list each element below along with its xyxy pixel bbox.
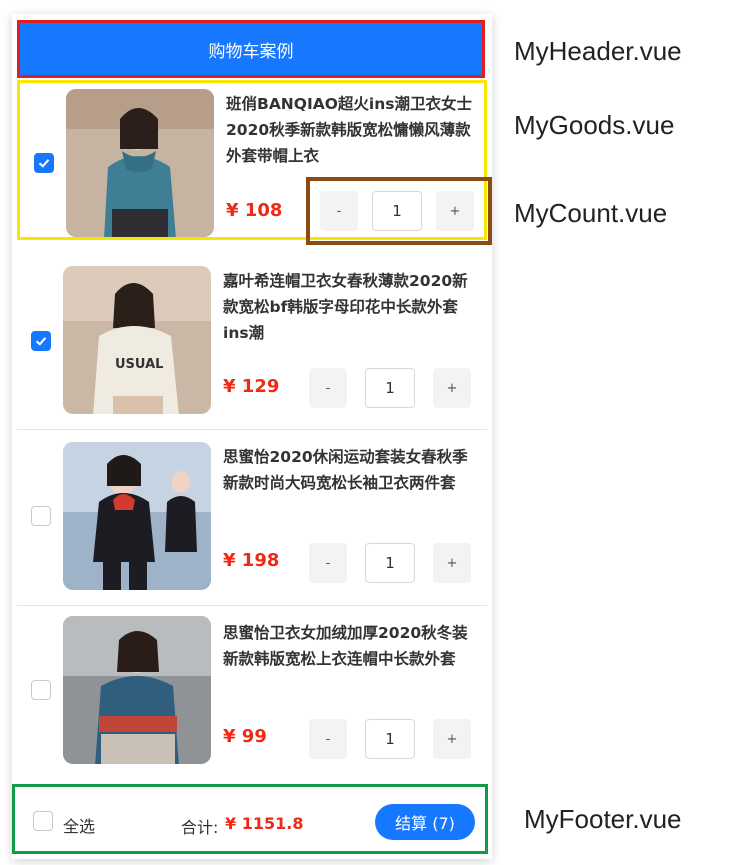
quantity-field[interactable]: 1 xyxy=(365,368,415,408)
goods-title: 嘉叶希连帽卫衣女春秋薄款2020新款宽松bf韩版字母印花中长款外套ins潮 xyxy=(223,272,468,342)
goods-counter: - 1 + xyxy=(309,719,479,759)
goods-image xyxy=(63,442,211,590)
check-icon xyxy=(35,337,47,346)
cart-app: 购物车案例 班俏BANQIAO超火ins潮卫衣女士2020秋季新款韩版宽松慵懒风… xyxy=(12,14,492,859)
increment-button[interactable]: + xyxy=(433,719,471,759)
goods-price: ¥ 99 xyxy=(223,726,267,747)
select-all-label[interactable]: 全选 xyxy=(63,813,95,837)
app-header: 购物车案例 xyxy=(17,20,485,78)
decrement-button[interactable]: - xyxy=(309,719,347,759)
goods-price: ¥ 129 xyxy=(223,376,280,397)
goods-item: 思蜜怡2020休闲运动套装女春秋季新款时尚大码宽松长袖卫衣两件套 ¥ 198 -… xyxy=(17,430,487,606)
goods-item: USUAL 嘉叶希连帽卫衣女春秋薄款2020新款宽松bf韩版字母印花中长款外套i… xyxy=(17,256,487,430)
goods-image xyxy=(66,89,214,237)
check-icon xyxy=(38,159,50,168)
goods-checkbox[interactable] xyxy=(31,331,51,351)
goods-title: 思蜜怡卫衣女加绒加厚2020秋冬装新款韩版宽松上衣连帽中长款外套 xyxy=(223,624,468,668)
goods-checkbox[interactable] xyxy=(31,506,51,526)
cart-footer: 全选 合计: ¥ 1151.8 结算 (7) xyxy=(12,784,488,854)
goods-checkbox[interactable] xyxy=(31,680,51,700)
goods-counter: - 1 + xyxy=(309,368,479,408)
goods-image xyxy=(63,616,211,764)
annotation-footer: MyFooter.vue xyxy=(524,804,682,834)
goods-price: ¥ 108 xyxy=(226,200,283,221)
annotation-header: MyHeader.vue xyxy=(514,36,682,66)
decrement-button[interactable]: - xyxy=(309,368,347,408)
annotation-count: MyCount.vue xyxy=(514,198,668,228)
increment-button[interactable]: + xyxy=(433,543,471,583)
goods-title: 思蜜怡2020休闲运动套装女春秋季新款时尚大码宽松长袖卫衣两件套 xyxy=(223,448,468,492)
quantity-field[interactable]: 1 xyxy=(365,719,415,759)
goods-counter: - 1 + xyxy=(309,543,479,583)
decrement-button[interactable]: - xyxy=(309,543,347,583)
goods-item: 班俏BANQIAO超火ins潮卫衣女士2020秋季新款韩版宽松慵懒风薄款外套带帽… xyxy=(17,80,492,245)
annotation-goods: MyGoods.vue xyxy=(514,110,675,140)
total-label: 合计: xyxy=(181,818,219,837)
goods-item: 思蜜怡卫衣女加绒加厚2020秋冬装新款韩版宽松上衣连帽中长款外套 ¥ 99 - … xyxy=(17,606,487,778)
goods-title: 班俏BANQIAO超火ins潮卫衣女士2020秋季新款韩版宽松慵懒风薄款外套带帽… xyxy=(226,95,472,165)
increment-button[interactable]: + xyxy=(436,191,474,231)
header-title: 购物车案例 xyxy=(208,41,294,62)
settle-button[interactable]: 结算 (7) xyxy=(375,804,475,840)
goods-counter: - 1 + xyxy=(306,177,492,245)
goods-image: USUAL xyxy=(63,266,211,414)
increment-button[interactable]: + xyxy=(433,368,471,408)
total-price: ¥ 1151.8 xyxy=(225,814,304,833)
goods-price: ¥ 198 xyxy=(223,550,280,571)
svg-text:USUAL: USUAL xyxy=(115,357,163,372)
quantity-field[interactable]: 1 xyxy=(372,191,422,231)
select-all-checkbox[interactable] xyxy=(33,811,53,831)
quantity-field[interactable]: 1 xyxy=(365,543,415,583)
decrement-button[interactable]: - xyxy=(320,191,358,231)
goods-checkbox[interactable] xyxy=(34,153,54,173)
